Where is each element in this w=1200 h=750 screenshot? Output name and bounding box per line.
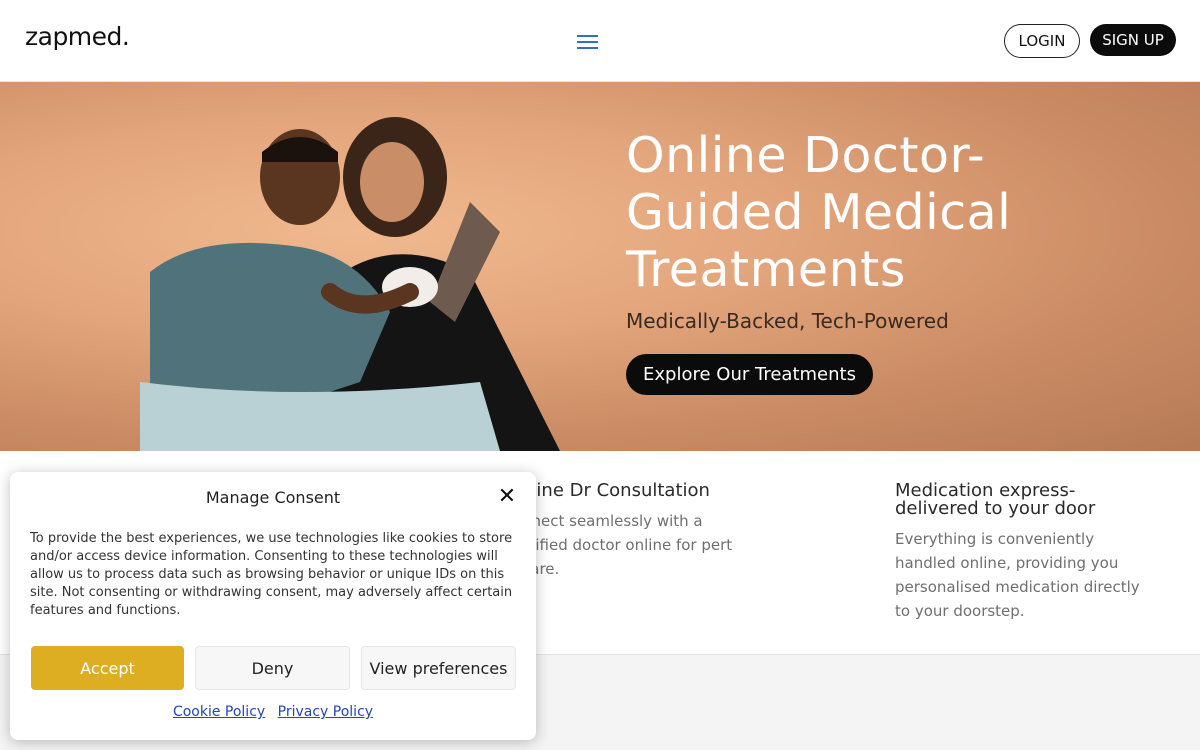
- feature-title-consultation: nline Dr Consultation: [520, 480, 710, 501]
- site-logo[interactable]: zapmed.: [25, 22, 130, 51]
- cookie-policy-link[interactable]: Cookie Policy: [173, 704, 265, 720]
- site-header: zapmed. LOGIN SIGN UP: [0, 0, 1200, 82]
- hamburger-menu-icon[interactable]: [577, 35, 598, 51]
- view-preferences-button[interactable]: View preferences: [361, 646, 516, 690]
- close-icon[interactable]: ✕: [496, 486, 518, 508]
- cookie-consent-dialog: Manage Consent ✕ To provide the best exp…: [10, 472, 536, 740]
- hero-title: Online Doctor-Guided Medical Treatments: [626, 127, 1012, 298]
- deny-button[interactable]: Deny: [195, 646, 350, 690]
- hero-image: [140, 117, 560, 451]
- accept-button[interactable]: Accept: [31, 646, 184, 690]
- consent-title: Manage Consent: [205, 488, 341, 507]
- explore-treatments-button[interactable]: Explore Our Treatments: [626, 354, 873, 395]
- consent-links: Cookie Policy Privacy Policy: [10, 704, 536, 720]
- feature-title-delivery: Medication express-delivered to your doo…: [895, 480, 1096, 519]
- hero-banner: Online Doctor-Guided Medical Treatments …: [0, 82, 1200, 451]
- hero-subtitle: Medically-Backed, Tech-Powered: [626, 309, 949, 333]
- privacy-policy-link[interactable]: Privacy Policy: [278, 704, 373, 720]
- login-button[interactable]: LOGIN: [1004, 24, 1080, 58]
- feature-text-delivery: Everything is conveniently handled onlin…: [895, 530, 1140, 620]
- consent-description: To provide the best experiences, we use …: [30, 531, 513, 618]
- signup-button[interactable]: SIGN UP: [1090, 24, 1176, 56]
- feature-text-consultation: nnect seamlessly with a alified doctor o…: [522, 512, 733, 578]
